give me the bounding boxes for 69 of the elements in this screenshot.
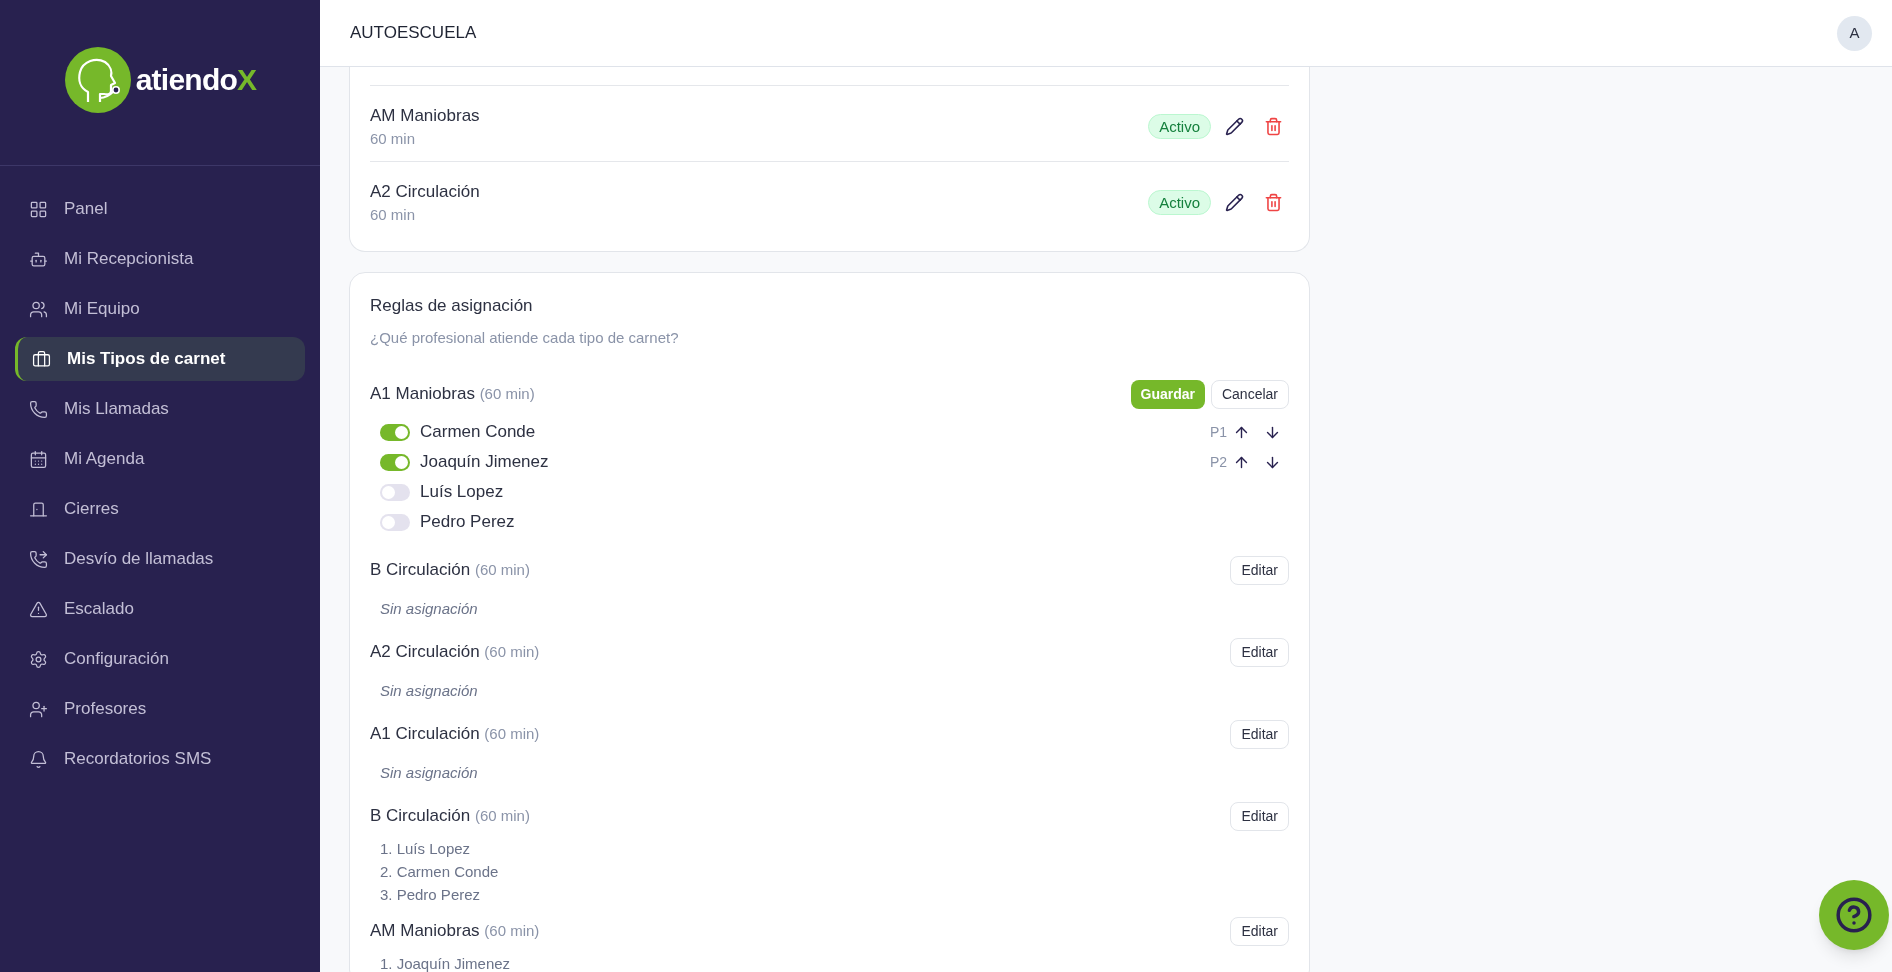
briefcase-icon (32, 349, 51, 369)
card-title: Reglas de asignación (370, 295, 534, 317)
sidebar-item[interactable]: Mis Tipos de carnet (15, 337, 305, 381)
trash-icon[interactable] (1264, 193, 1283, 212)
help-button[interactable] (1819, 880, 1889, 950)
sidebar-item[interactable]: Mi Equipo (15, 287, 305, 331)
logo-text: atiendoX (135, 62, 257, 98)
carnet-type-name: A2 Circulación (60 min) (370, 641, 540, 664)
toggle-switch[interactable] (380, 483, 410, 501)
logo-icon (63, 45, 132, 114)
users-icon (29, 299, 48, 319)
priority-label: P2 (1209, 452, 1227, 472)
user-plus-icon (29, 699, 48, 719)
sidebar-item[interactable]: Panel (15, 187, 305, 231)
edit-button[interactable]: Editar (1230, 637, 1289, 667)
sidebar-item[interactable]: Configuración (15, 637, 305, 681)
bell-icon (29, 749, 48, 769)
sidebar-item[interactable]: Recordatorios SMS (15, 737, 305, 781)
settings-icon (29, 649, 48, 669)
sidebar-item[interactable]: Cierres (15, 487, 305, 531)
professional-name: Luís Lopez (420, 481, 504, 504)
sidebar-item[interactable]: Mi Recepcionista (15, 237, 305, 281)
carnet-type-name: A2 Circulación (370, 180, 480, 203)
help-icon (1835, 896, 1873, 934)
sidebar-item[interactable]: Escalado (15, 587, 305, 631)
empty-assignment-text: Sin asignación (380, 681, 479, 701)
phone-icon (29, 399, 48, 419)
toggle-switch[interactable] (380, 513, 410, 531)
calendar-icon (29, 449, 48, 469)
cancel-button[interactable]: Cancelar (1210, 379, 1289, 409)
duration-text: 60 min (370, 129, 417, 149)
duration-text: 60 min (370, 205, 417, 225)
carnet-type-name: B Circulación (60 min) (370, 805, 530, 828)
carnet-type-name: B Circulación (60 min) (370, 559, 530, 582)
status-badge: Activo (1148, 114, 1211, 139)
carnet-type-name: A1 Maniobras (60 min) (370, 383, 535, 406)
empty-assignment-text: Sin asignación (380, 763, 479, 783)
user-avatar[interactable]: A (1837, 15, 1872, 51)
empty-assignment-text: Sin asignación (380, 599, 479, 619)
assigned-professional: 1. Joaquín Jimenez (380, 954, 512, 972)
assigned-professional: 1. Luís Lopez (380, 839, 472, 859)
toggle-switch[interactable] (380, 453, 410, 471)
edit-icon[interactable] (1225, 193, 1244, 212)
sidebar-item[interactable]: Profesores (15, 687, 305, 731)
professional-name: Carmen Conde (420, 421, 536, 444)
edit-button[interactable]: Editar (1230, 916, 1289, 946)
phone-forward-icon (29, 549, 48, 569)
carnet-type-name: A1 Circulación (60 min) (370, 723, 540, 746)
priority-label: P1 (1209, 422, 1227, 442)
assigned-professional: 2. Carmen Conde (380, 862, 500, 882)
grid-icon (29, 199, 48, 219)
sidebar-item[interactable]: Mis Llamadas (15, 387, 305, 431)
trash-icon[interactable] (1264, 117, 1283, 136)
sidebar-item[interactable]: Desvío de llamadas (15, 537, 305, 581)
edit-button[interactable]: Editar (1230, 801, 1289, 831)
edit-icon[interactable] (1225, 117, 1244, 136)
page-title: AUTOESCUELA (350, 22, 477, 45)
assigned-professional: 3. Pedro Perez (380, 885, 482, 905)
professional-name: Joaquín Jimenez (420, 451, 549, 474)
card-subtitle: ¿Qué profesional atiende cada tipo de carnet? (370, 327, 680, 348)
sidebar-item[interactable]: Mi Agenda (15, 437, 305, 481)
carnet-type-name: AM Maniobras (60 min) (370, 920, 540, 943)
warning-icon (29, 599, 48, 619)
professional-name: Pedro Perez (420, 511, 515, 534)
edit-button[interactable]: Editar (1230, 719, 1289, 749)
toggle-switch[interactable] (380, 423, 410, 441)
edit-button[interactable]: Editar (1230, 555, 1289, 585)
status-badge: Activo (1148, 190, 1211, 215)
carnet-type-name: AM Maniobras (370, 104, 480, 127)
